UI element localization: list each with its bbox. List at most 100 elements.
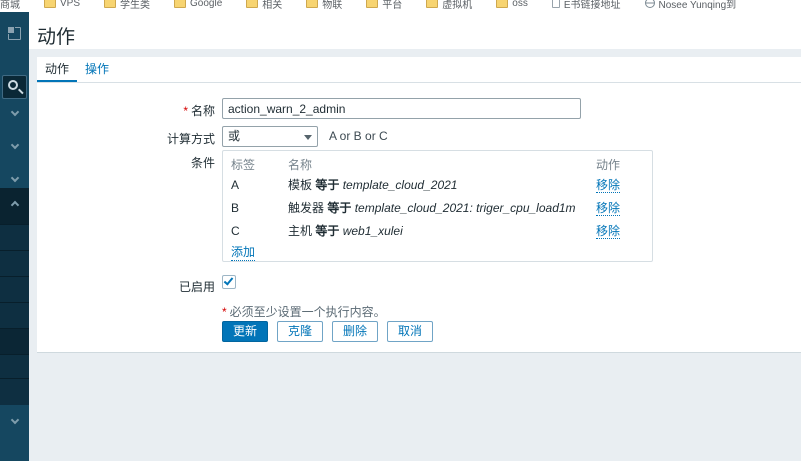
condition-value: template_cloud_2021 — [343, 178, 458, 192]
condition-formula: A or B or C — [329, 129, 388, 143]
chevron-down-icon[interactable] — [11, 416, 19, 424]
bookmark-item[interactable]: oss — [496, 0, 528, 9]
form-button-row: 更新 克隆 删除 取消 — [222, 321, 433, 342]
condition-field: 模板 — [288, 178, 312, 192]
name-input[interactable] — [222, 98, 581, 119]
page-icon — [552, 0, 560, 8]
bookmark-label: Nosee Yunqing到 — [659, 0, 737, 11]
enabled-checkbox[interactable] — [222, 275, 236, 289]
required-asterisk: * — [183, 104, 188, 118]
sidebar-bottom-section — [0, 405, 29, 461]
bookmark-item[interactable]: 商城 — [0, 0, 20, 11]
select-caret-icon — [304, 135, 312, 140]
condition-name: 触发器 等于 template_cloud_2021: triger_cpu_l… — [288, 199, 596, 216]
remove-condition-link[interactable]: 移除 — [596, 224, 620, 239]
condition-value: web1_xulei — [343, 224, 403, 238]
bookmark-item[interactable]: Google — [174, 0, 222, 9]
condition-action-cell: 移除 — [596, 222, 644, 239]
condition-field: 触发器 — [288, 201, 324, 215]
calc-type-select[interactable]: 或 — [222, 126, 318, 147]
add-condition-link[interactable]: 添加 — [231, 243, 255, 261]
conditions-header-row: 标签 名称 动作 — [231, 156, 644, 173]
bookmark-item[interactable]: VPS — [44, 0, 80, 9]
main-content: 动作 动作 操作 *名称 计算方式 或 A or B or C 条件 标签 — [29, 12, 801, 461]
browser-bookmarks-bar: 商城 VPS 学生类 Google 相关 物联 平台 虚拟机 oss E书链接地址 Nosee Yu… — [0, 0, 801, 12]
search-icon — [8, 80, 18, 90]
delete-button[interactable]: 删除 — [332, 321, 378, 342]
condition-name: 模板 等于 template_cloud_2021 — [288, 176, 596, 193]
sidebar-search-button[interactable] — [2, 75, 27, 99]
conditions-field-label: 条件 — [37, 154, 215, 171]
zabbix-app: 动作 动作 操作 *名称 计算方式 或 A or B or C 条件 标签 — [0, 12, 801, 461]
required-asterisk: * — [222, 305, 227, 319]
condition-field: 主机 — [288, 224, 312, 238]
chevron-down-icon[interactable] — [11, 108, 19, 116]
enabled-field-label: 已启用 — [37, 278, 215, 295]
sidebar-menu-item[interactable] — [0, 302, 29, 328]
bookmark-item[interactable]: Nosee Yunqing到 — [645, 0, 737, 11]
sidebar-menu-item[interactable] — [0, 224, 29, 250]
bookmark-label: 虚拟机 — [442, 0, 472, 11]
bookmark-item[interactable]: E书链接地址 — [552, 0, 621, 11]
condition-tag: C — [231, 224, 288, 238]
form-footnote: *必须至少设置一个执行内容。 — [222, 303, 386, 320]
folder-icon — [174, 0, 186, 8]
bookmark-item[interactable]: 平台 — [366, 0, 402, 11]
bookmark-item[interactable]: 物联 — [306, 0, 342, 11]
condition-operator: 等于 — [315, 178, 339, 192]
bookmark-label: 商城 — [0, 0, 20, 11]
page-title: 动作 — [37, 22, 75, 49]
condition-row: B 触发器 等于 template_cloud_2021: triger_cpu… — [231, 196, 644, 219]
sidebar-menu-group — [0, 188, 29, 405]
bookmark-item[interactable]: 相关 — [246, 0, 282, 11]
sidebar — [0, 12, 29, 461]
bookmark-label: E书链接地址 — [564, 0, 621, 11]
tab-action[interactable]: 动作 — [37, 57, 77, 82]
col-header-name: 名称 — [288, 156, 596, 173]
condition-action-cell: 移除 — [596, 199, 644, 216]
bookmark-item[interactable]: 虚拟机 — [426, 0, 472, 11]
chevron-down-icon[interactable] — [11, 174, 19, 182]
bookmark-label: VPS — [60, 0, 80, 9]
condition-row: C 主机 等于 web1_xulei 移除 — [231, 219, 644, 242]
name-field-label: *名称 — [37, 102, 215, 119]
sidebar-menu-item[interactable] — [0, 250, 29, 276]
expand-sidebar-icon[interactable] — [8, 27, 21, 40]
bookmark-label: 平台 — [382, 0, 402, 11]
condition-value: template_cloud_2021: triger_cpu_load1m — [355, 201, 576, 215]
calc-field-label: 计算方式 — [37, 130, 215, 147]
bookmark-label: 相关 — [262, 0, 282, 11]
folder-icon — [496, 0, 508, 8]
folder-icon — [44, 0, 56, 8]
bookmarks-row: 商城 VPS 学生类 Google 相关 物联 平台 虚拟机 oss E书链接地址 Nosee Yu… — [0, 0, 736, 11]
tab-bar: 动作 操作 — [37, 57, 801, 83]
sidebar-menu-item[interactable] — [0, 354, 29, 378]
bookmark-label: 物联 — [322, 0, 342, 11]
sidebar-menu-item[interactable] — [0, 276, 29, 302]
sidebar-group-header[interactable] — [0, 188, 29, 224]
clone-button[interactable]: 克隆 — [277, 321, 323, 342]
condition-action-cell: 移除 — [596, 176, 644, 193]
condition-tag: A — [231, 178, 288, 192]
folder-icon — [104, 0, 116, 8]
chevron-down-icon[interactable] — [11, 141, 19, 149]
folder-icon — [426, 0, 438, 8]
bookmark-label: 学生类 — [120, 0, 150, 11]
cancel-button[interactable]: 取消 — [387, 321, 433, 342]
bookmark-item[interactable]: 学生类 — [104, 0, 150, 11]
folder-icon — [366, 0, 378, 8]
chevron-up-icon — [11, 201, 19, 209]
condition-row: A 模板 等于 template_cloud_2021 移除 — [231, 173, 644, 196]
condition-operator: 等于 — [315, 224, 339, 238]
name-label-text: 名称 — [191, 104, 215, 118]
condition-name: 主机 等于 web1_xulei — [288, 222, 596, 239]
sidebar-menu-item[interactable] — [0, 328, 29, 354]
globe-icon — [645, 0, 655, 8]
remove-condition-link[interactable]: 移除 — [596, 178, 620, 193]
col-header-tag: 标签 — [231, 156, 288, 173]
tab-operations[interactable]: 操作 — [77, 57, 117, 82]
col-header-action: 动作 — [596, 156, 644, 173]
update-button[interactable]: 更新 — [222, 321, 268, 342]
remove-condition-link[interactable]: 移除 — [596, 201, 620, 216]
sidebar-menu-item[interactable] — [0, 378, 29, 405]
